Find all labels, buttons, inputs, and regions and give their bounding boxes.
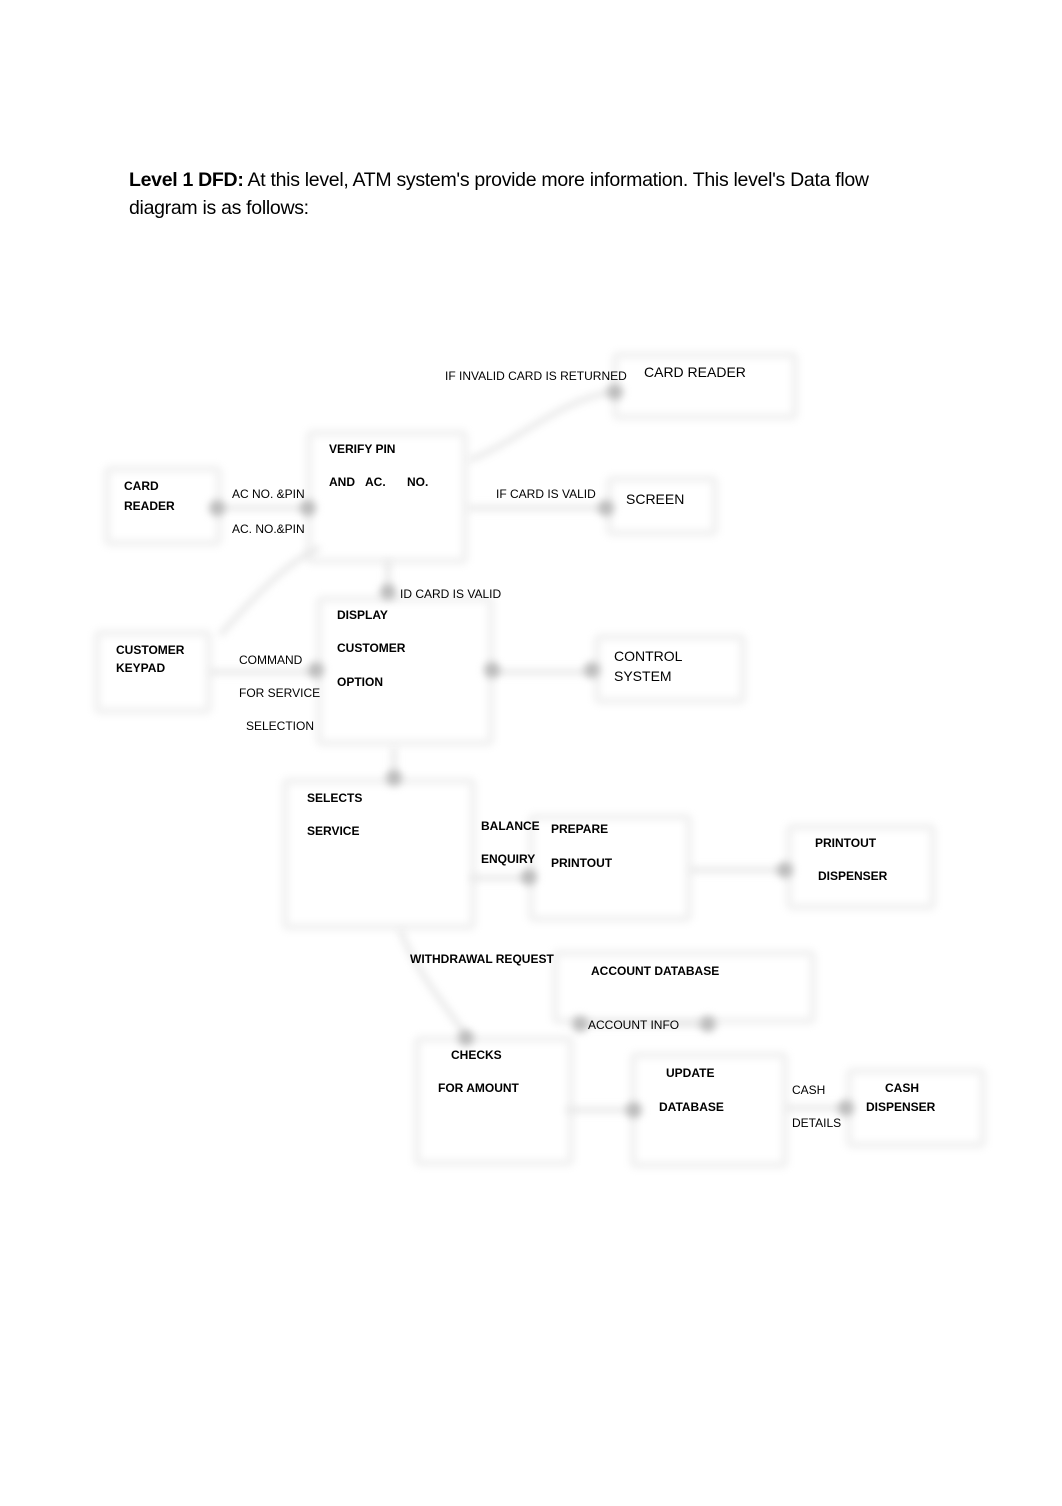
node-label: AC. xyxy=(365,475,386,489)
node-label: CASH xyxy=(885,1081,920,1095)
node-label: SELECTS xyxy=(307,791,363,805)
flow-label: CASH xyxy=(792,1083,826,1097)
node-label: CUSTOMER xyxy=(116,643,185,657)
node-card-reader-top xyxy=(612,352,798,420)
flow-line-selects-to-checks xyxy=(397,929,469,1038)
flow-lines xyxy=(210,389,846,1113)
arrowhead-icon xyxy=(308,662,324,678)
node-label: DISPENSER xyxy=(866,1100,936,1114)
node-label: DATABASE xyxy=(659,1100,724,1114)
arrowhead-icon xyxy=(300,500,316,516)
node-label: DISPENSER xyxy=(818,869,888,883)
node-label: CHECKS xyxy=(451,1048,502,1062)
node-label: CUSTOMER xyxy=(337,641,406,655)
flow-label: ACCOUNT INFO xyxy=(588,1018,680,1032)
node-label: FOR AMOUNT xyxy=(438,1081,519,1095)
flow-label: FOR SERVICE xyxy=(239,686,321,700)
arrowhead-icon xyxy=(700,1016,716,1032)
arrowhead-icon xyxy=(386,770,402,786)
arrowhead-icon xyxy=(572,1016,588,1032)
flow-label: AC NO. &PIN xyxy=(232,487,305,501)
arrowhead-icon xyxy=(838,1100,854,1116)
flow-label: BALANCE xyxy=(481,819,540,833)
node-label: AND xyxy=(329,475,355,489)
arrowhead-icon xyxy=(584,662,600,678)
arrowhead-icon xyxy=(598,500,614,516)
node-label: ACCOUNT DATABASE xyxy=(591,964,720,978)
arrowhead-icon xyxy=(607,384,623,400)
node-label: OPTION xyxy=(337,675,384,689)
node-label: CONTROL xyxy=(614,648,683,664)
arrowhead-icon xyxy=(777,862,793,878)
flow-label: DETAILS xyxy=(792,1116,842,1130)
flow-label: SELECTION xyxy=(246,719,315,733)
flow-line-keypad-to-verify xyxy=(218,545,321,637)
arrowhead-icon xyxy=(521,869,537,885)
node-label: CARD xyxy=(124,479,159,493)
flow-line-invalid-card xyxy=(469,389,613,463)
node-label: VERIFY PIN xyxy=(329,442,396,456)
node-label: PRINTOUT xyxy=(815,836,877,850)
flow-label: IF CARD IS VALID xyxy=(496,487,596,501)
node-label: UPDATE xyxy=(666,1066,715,1080)
node-label: DISPLAY xyxy=(337,608,388,622)
flow-label: AC. NO.&PIN xyxy=(232,522,305,536)
flow-label: WITHDRAWAL REQUEST xyxy=(410,952,554,966)
node-label: PREPARE xyxy=(551,822,609,836)
node-label: PRINTOUT xyxy=(551,856,613,870)
node-account-database xyxy=(552,950,816,1024)
dfd-diagram: CARD READER CARD READER VERIFY PIN AND A… xyxy=(0,0,1062,1506)
flow-label: COMMAND xyxy=(239,653,303,667)
arrowhead-icon xyxy=(484,662,500,678)
arrowhead-icon xyxy=(380,584,396,600)
node-label: SYSTEM xyxy=(614,668,672,684)
node-label: READER xyxy=(124,499,175,513)
node-label: SCREEN xyxy=(626,491,685,507)
arrowhead-icon xyxy=(626,1102,642,1118)
flow-label: ID CARD IS VALID xyxy=(400,587,502,601)
node-label: NO. xyxy=(407,475,429,489)
flow-label: ENQUIRY xyxy=(481,852,536,866)
node-label: KEYPAD xyxy=(116,661,166,675)
arrowhead-icon xyxy=(209,500,225,516)
flow-label: IF INVALID CARD IS RETURNED xyxy=(445,369,627,383)
arrowhead-icon xyxy=(458,1030,474,1046)
node-label: CARD READER xyxy=(644,364,746,380)
node-label: SERVICE xyxy=(307,824,360,838)
